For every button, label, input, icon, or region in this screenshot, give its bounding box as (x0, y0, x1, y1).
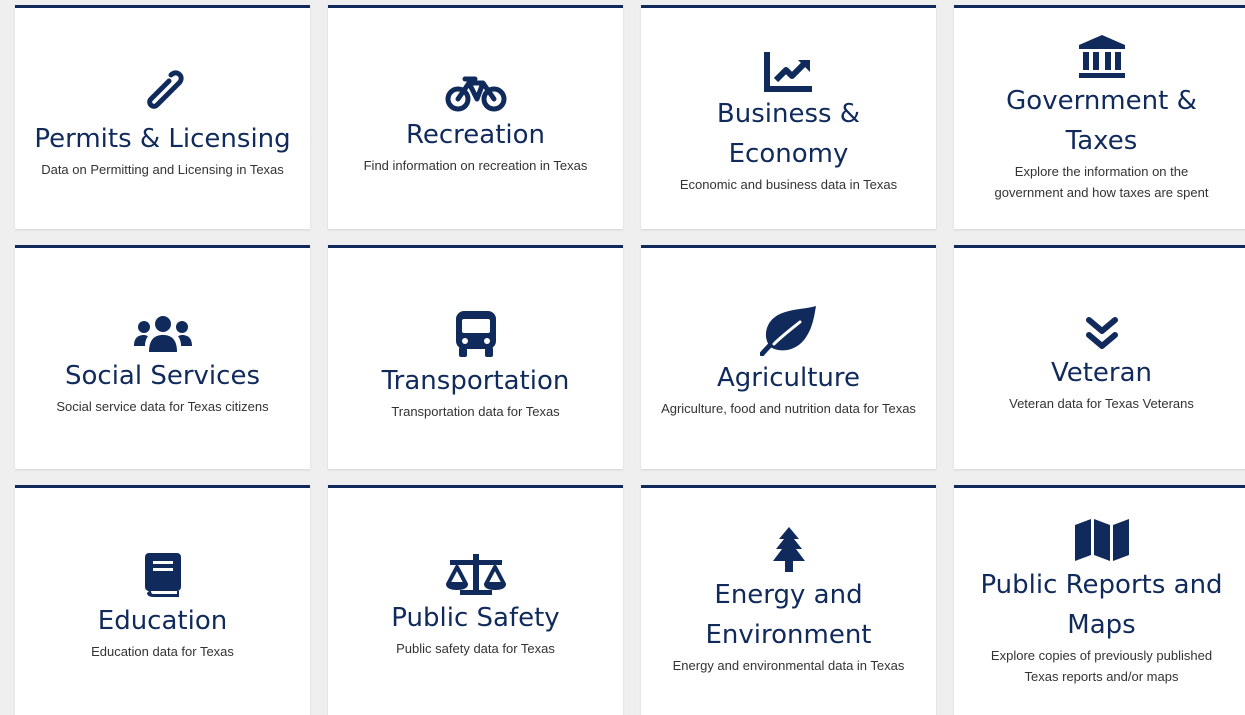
chart-line-icon (763, 50, 814, 92)
card-government-taxes[interactable]: Government & Taxes Explore the informati… (954, 5, 1245, 229)
paperclip-icon (141, 69, 185, 117)
card-agriculture[interactable]: Agriculture Agriculture, food and nutrit… (641, 245, 936, 469)
card-description: Explore the information on the governmen… (994, 163, 1209, 200)
card-description: Education data for Texas (91, 644, 234, 659)
map-icon (1073, 517, 1131, 563)
card-energy-environment[interactable]: Energy and Environment Energy and enviro… (641, 485, 936, 715)
card-title: Public Reports and Maps (980, 569, 1223, 640)
leaf-icon (759, 304, 818, 356)
category-grid: Permits & Licensing Data on Permitting a… (0, 0, 1245, 715)
card-recreation[interactable]: Recreation Find information on recreatio… (328, 5, 623, 229)
balance-scale-icon (444, 554, 508, 596)
card-title: Education (97, 606, 228, 636)
card-title: Social Services (65, 361, 260, 391)
card-transportation[interactable]: Transportation Transportation data for T… (328, 245, 623, 469)
card-title: Public Safety (391, 603, 560, 633)
card-description: Agriculture, food and nutrition data for… (661, 401, 916, 416)
tree-icon (771, 527, 807, 573)
card-title: Transportation (381, 366, 570, 396)
card-title: Recreation (405, 120, 546, 150)
book-icon (143, 551, 183, 599)
landmark-icon (1078, 34, 1126, 79)
card-social-services[interactable]: Social Services Social service data for … (15, 245, 310, 469)
card-description: Public safety data for Texas (396, 641, 555, 656)
card-description: Find information on recreation in Texas (363, 158, 588, 173)
card-education[interactable]: Education Education data for Texas (15, 485, 310, 715)
card-description: Transportation data for Texas (391, 404, 560, 419)
card-description: Data on Permitting and Licensing in Texa… (41, 162, 284, 177)
bicycle-icon (445, 73, 507, 113)
users-icon (132, 314, 194, 354)
card-description: Explore copies of previously published T… (990, 647, 1213, 684)
card-description: Energy and environmental data in Texas (672, 658, 905, 673)
card-title: Permits & Licensing (34, 124, 291, 154)
chevron-double-down-icon (1085, 317, 1118, 351)
card-title: Veteran (1050, 358, 1153, 388)
card-title: Government & Taxes (1006, 85, 1197, 156)
card-public-safety[interactable]: Public Safety Public safety data for Tex… (328, 485, 623, 715)
card-public-reports-maps[interactable]: Public Reports and Maps Explore copies o… (954, 485, 1245, 715)
card-description: Economic and business data in Texas (679, 177, 898, 192)
card-title: Energy and Environment (705, 580, 872, 650)
card-veteran[interactable]: Veteran Veteran data for Texas Veterans (954, 245, 1245, 469)
card-permits-licensing[interactable]: Permits & Licensing Data on Permitting a… (15, 5, 310, 229)
card-title: Agriculture (717, 363, 860, 393)
card-business-economy[interactable]: Business & Economy Economic and business… (641, 5, 936, 229)
card-description: Social service data for Texas citizens (56, 399, 269, 414)
card-title: Business & Economy (716, 99, 861, 169)
card-description: Veteran data for Texas Veterans (1009, 396, 1194, 411)
bus-icon (454, 309, 498, 359)
